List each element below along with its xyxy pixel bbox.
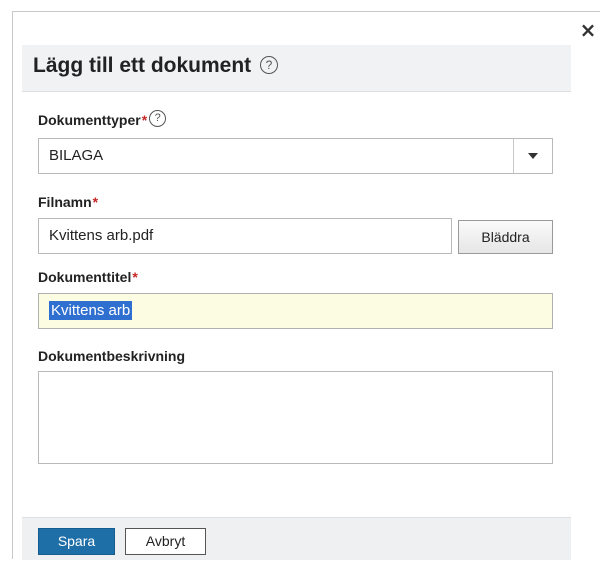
close-icon[interactable]: ×: [579, 20, 597, 40]
help-icon[interactable]: ?: [260, 56, 279, 75]
filename-label-text: Filnamn: [38, 194, 92, 210]
required-mark: *: [132, 269, 138, 285]
document-title-label: Dokumenttitel*: [38, 269, 138, 285]
browse-button[interactable]: Bläddra: [458, 220, 553, 254]
document-types-label-text: Dokumenttyper: [38, 112, 141, 128]
filename-label: Filnamn*: [38, 194, 98, 210]
document-types-label: Dokumenttyper*?: [38, 109, 167, 130]
cancel-button[interactable]: Avbryt: [125, 528, 206, 555]
add-document-dialog: [12, 11, 600, 559]
document-types-select[interactable]: BILAGA: [38, 138, 553, 174]
selected-text: Kvittens arb: [49, 301, 133, 320]
filename-field[interactable]: Kvittens arb.pdf: [38, 218, 452, 254]
document-description-label-text: Dokumentbeskrivning: [38, 348, 186, 364]
dialog-title: Lägg till ett dokument ?: [33, 54, 279, 78]
save-button[interactable]: Spara: [38, 528, 115, 555]
required-mark: *: [141, 112, 148, 128]
document-description-textarea[interactable]: [38, 371, 553, 464]
required-mark: *: [92, 194, 99, 210]
help-icon[interactable]: ?: [149, 109, 167, 127]
document-title-label-text: Dokumenttitel: [38, 269, 132, 285]
document-description-label: Dokumentbeskrivning: [38, 348, 185, 364]
chevron-down-icon[interactable]: [513, 139, 552, 173]
document-types-value: BILAGA: [49, 147, 104, 164]
dialog-header: Lägg till ett dokument ?: [22, 45, 571, 92]
document-title-field[interactable]: Kvittens arb: [38, 293, 553, 329]
dialog-title-text: Lägg till ett dokument: [33, 54, 252, 77]
